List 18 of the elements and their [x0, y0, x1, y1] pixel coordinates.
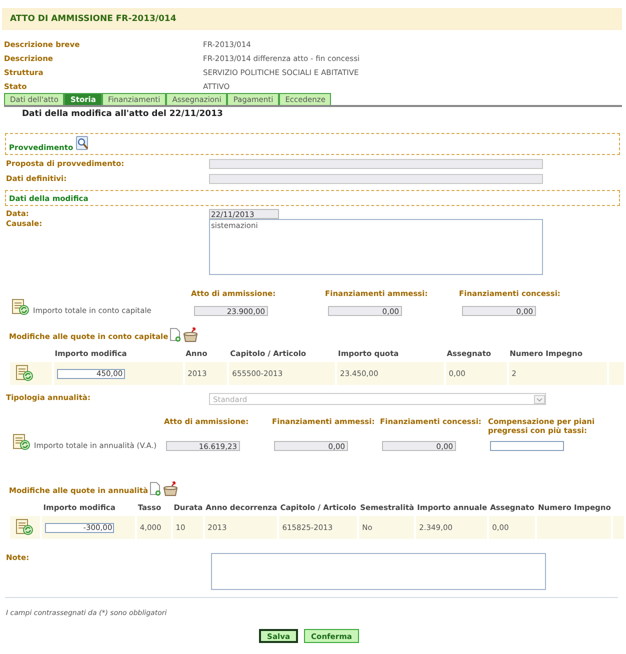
basket-icon[interactable] [183, 327, 198, 342]
input-field[interactable] [209, 174, 543, 184]
input-field[interactable] [209, 159, 543, 169]
page-title: ATTO DI AMMISSIONE FR-2013/014 [10, 14, 176, 24]
document-refresh-icon[interactable] [12, 299, 30, 316]
document-refresh-icon[interactable] [16, 365, 34, 382]
table-cell [612, 516, 624, 539]
table-cell [608, 362, 624, 385]
amount-field[interactable] [490, 441, 564, 451]
magnifier-icon[interactable] [76, 136, 90, 151]
note-field[interactable] [211, 553, 546, 590]
document-refresh-icon[interactable] [13, 434, 31, 451]
add-document-icon[interactable] [170, 328, 182, 342]
basket-icon[interactable] [163, 481, 178, 496]
caret-icon [534, 394, 545, 404]
add-document-icon[interactable] [150, 482, 162, 496]
section-title: Dati della modifica all'atto del 22/11/2013 [22, 108, 224, 120]
document-refresh-icon[interactable] [16, 519, 34, 536]
